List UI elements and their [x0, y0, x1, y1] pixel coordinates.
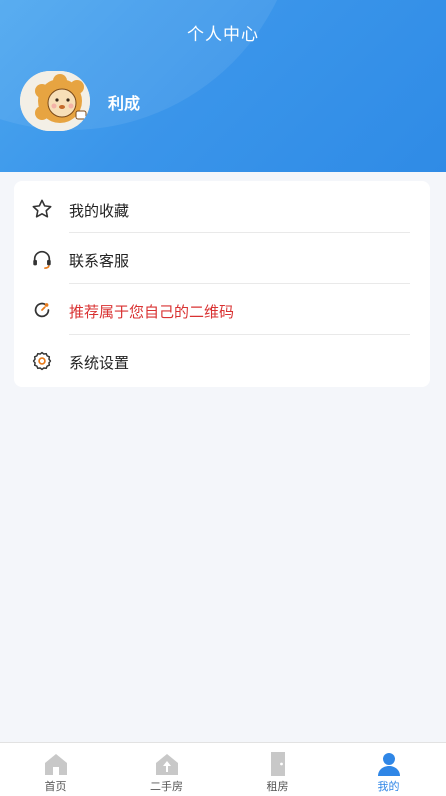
menu-item-favorites[interactable]: 我的收藏: [14, 183, 430, 235]
lion-avatar-icon: [20, 71, 90, 131]
home-icon: [41, 751, 71, 777]
menu-item-label: 联系客服: [69, 252, 130, 270]
tab-mine[interactable]: 我的: [333, 743, 444, 796]
user-icon: [374, 751, 404, 777]
gear-icon: [31, 350, 53, 372]
bottom-tab-bar: 首页 二手房 租房 我的: [0, 742, 446, 796]
tab-label: 二手房: [150, 780, 183, 793]
tab-rent[interactable]: 租房: [222, 743, 333, 796]
tab-label: 我的: [377, 780, 400, 793]
tab-second-hand[interactable]: 二手房: [111, 743, 222, 796]
tab-label: 租房: [266, 780, 289, 793]
tab-label: 首页: [44, 780, 67, 793]
star-icon: [31, 198, 53, 220]
tab-home[interactable]: 首页: [0, 743, 111, 796]
menu-item-settings[interactable]: 系统设置: [14, 335, 430, 387]
door-icon: [263, 751, 293, 777]
avatar[interactable]: [20, 71, 90, 131]
refresh-circle-icon: [31, 299, 53, 321]
profile-header: 个人中心 利成: [0, 0, 446, 172]
menu-card: 我的收藏 联系客服 推荐属于您自己的二维码 系统设置: [14, 181, 430, 387]
menu-item-qrcode[interactable]: 推荐属于您自己的二维码: [14, 284, 430, 336]
menu-item-label: 我的收藏: [69, 202, 130, 220]
menu-item-label: 系统设置: [69, 354, 130, 372]
page-title: 个人中心: [187, 25, 259, 45]
menu-item-customer-service[interactable]: 联系客服: [14, 233, 430, 285]
username: 利成: [108, 94, 141, 113]
headset-icon: [31, 248, 53, 270]
house-upload-icon: [152, 751, 182, 777]
menu-item-label: 推荐属于您自己的二维码: [69, 303, 235, 321]
